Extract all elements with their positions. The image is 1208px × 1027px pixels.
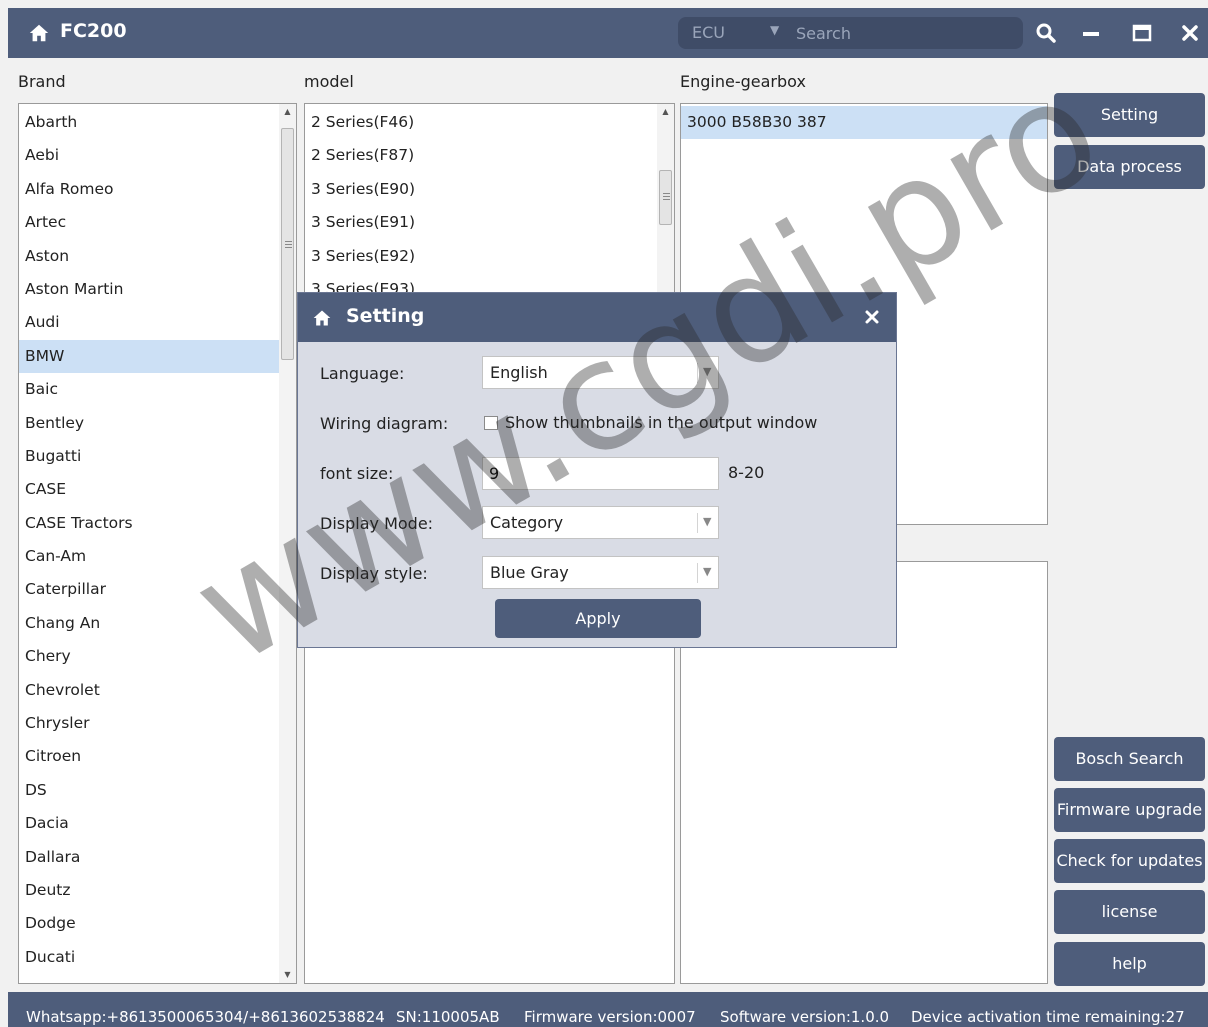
chevron-down-icon: ▼ (703, 515, 712, 528)
status-firmware-version: Firmware version:0007 (524, 1008, 696, 1026)
brand-item[interactable]: Baic (19, 373, 296, 406)
brand-list[interactable]: Abarth Aebi Alfa Romeo Artec Aston Aston… (18, 103, 297, 984)
search-input[interactable] (794, 19, 1018, 47)
check-for-updates-button[interactable]: Check for updates (1054, 839, 1205, 883)
chevron-down-icon: ▼ (703, 565, 712, 578)
engine-list-items: 3000 B58B30 387 (681, 104, 1047, 140)
scroll-up-icon[interactable]: ▲ (279, 104, 296, 120)
brand-item[interactable]: Dodge (19, 907, 296, 940)
dialog-header: Setting (298, 293, 896, 342)
model-list-items: 2 Series(F46) 2 Series(F87) 3 Series(E90… (305, 104, 674, 306)
apply-button[interactable]: Apply (495, 599, 701, 638)
ecu-dropdown[interactable]: ECU (692, 23, 725, 42)
minimize-icon[interactable] (1079, 21, 1103, 45)
close-icon[interactable] (864, 309, 880, 325)
display-style-label: Display style: (320, 564, 428, 583)
brand-item[interactable]: Aebi (19, 139, 296, 172)
brand-item[interactable]: Aston (19, 240, 296, 273)
display-mode-value: Category (490, 513, 564, 532)
display-style-select[interactable]: Blue Gray ▼ (482, 556, 719, 589)
wiring-diagram-label: Wiring diagram: (320, 414, 449, 433)
dialog-title: Setting (346, 305, 425, 327)
brand-item[interactable]: Bugatti (19, 440, 296, 473)
scroll-thumb[interactable] (281, 128, 294, 360)
brand-item[interactable]: CASE Tractors (19, 507, 296, 540)
model-item[interactable]: 2 Series(F46) (305, 106, 674, 139)
scroll-thumb[interactable] (659, 170, 672, 225)
status-activation-remaining: Device activation time remaining:27 (911, 1008, 1185, 1026)
brand-item[interactable]: Caterpillar (19, 573, 296, 606)
firmware-upgrade-button[interactable]: Firmware upgrade (1054, 788, 1205, 832)
brand-item[interactable]: Can-Am (19, 540, 296, 573)
model-item[interactable]: 2 Series(F87) (305, 139, 674, 172)
brand-column-label: Brand (18, 72, 66, 91)
brand-item[interactable]: Dacia (19, 807, 296, 840)
brand-list-scrollbar[interactable]: ▲ ▼ (279, 104, 296, 983)
model-list-scrollbar[interactable]: ▲ (657, 104, 674, 292)
display-mode-select[interactable]: Category ▼ (482, 506, 719, 539)
model-item[interactable]: 3 Series(E91) (305, 206, 674, 239)
status-bar: Whatsapp:+8613500065304/+8613602538824 S… (8, 992, 1208, 1027)
brand-item-selected[interactable]: BMW (19, 339, 296, 374)
title-bar: FC200 ECU ▼ (8, 8, 1208, 58)
engine-column-label: Engine-gearbox (680, 72, 806, 91)
language-label: Language: (320, 364, 405, 383)
status-software-version: Software version:1.0.0 (720, 1008, 890, 1026)
brand-item[interactable]: Ducati (19, 941, 296, 974)
search-icon[interactable] (1034, 21, 1058, 45)
engine-item-selected[interactable]: 3000 B58B30 387 (681, 106, 1047, 140)
font-size-range: 8-20 (728, 463, 765, 482)
status-whatsapp: Whatsapp:+8613500065304/+8613602538824 (26, 1008, 385, 1026)
search-bar: ECU ▼ (678, 17, 1023, 49)
brand-item[interactable]: Chevrolet (19, 674, 296, 707)
brand-list-items: Abarth Aebi Alfa Romeo Artec Aston Aston… (19, 104, 296, 974)
model-item[interactable]: 3 Series(E92) (305, 240, 674, 273)
brand-item[interactable]: Aston Martin (19, 273, 296, 306)
home-icon[interactable] (28, 22, 50, 44)
bosch-search-button[interactable]: Bosch Search (1054, 737, 1205, 781)
model-item[interactable]: 3 Series(E90) (305, 173, 674, 206)
brand-item[interactable]: Chang An (19, 607, 296, 640)
setting-button[interactable]: Setting (1054, 93, 1205, 137)
brand-item[interactable]: Alfa Romeo (19, 173, 296, 206)
brand-item[interactable]: Audi (19, 306, 296, 339)
show-thumbnails-checkbox[interactable] (484, 416, 498, 430)
brand-item[interactable]: Dallara (19, 841, 296, 874)
brand-item[interactable]: DS (19, 774, 296, 807)
brand-item[interactable]: CASE (19, 473, 296, 506)
show-thumbnails-label[interactable]: Show thumbnails in the output window (505, 413, 817, 432)
font-size-input[interactable] (482, 457, 719, 490)
language-select[interactable]: English ▼ (482, 356, 719, 389)
scroll-down-icon[interactable]: ▼ (279, 967, 296, 983)
home-icon (313, 310, 331, 326)
scroll-up-icon[interactable]: ▲ (657, 104, 674, 120)
setting-dialog: Setting Language: English ▼ Wiring diagr… (297, 292, 897, 648)
display-mode-label: Display Mode: (320, 514, 434, 533)
brand-item[interactable]: Bentley (19, 407, 296, 440)
status-serial-number: SN:110005AB (396, 1008, 500, 1026)
language-value: English (490, 363, 548, 382)
brand-item[interactable]: Chrysler (19, 707, 296, 740)
ecu-dropdown-chevron-icon[interactable]: ▼ (770, 23, 779, 37)
brand-item[interactable]: Artec (19, 206, 296, 239)
brand-item[interactable]: Citroen (19, 740, 296, 773)
chevron-down-icon: ▼ (703, 365, 712, 378)
display-style-value: Blue Gray (490, 563, 569, 582)
brand-item[interactable]: Chery (19, 640, 296, 673)
brand-item[interactable]: Abarth (19, 106, 296, 139)
data-process-button[interactable]: Data process (1054, 145, 1205, 189)
model-column-label: model (304, 72, 354, 91)
close-icon[interactable] (1178, 21, 1202, 45)
maximize-icon[interactable] (1130, 21, 1154, 45)
help-button[interactable]: help (1054, 942, 1205, 986)
license-button[interactable]: license (1054, 890, 1205, 934)
font-size-label: font size: (320, 464, 394, 483)
brand-item[interactable]: Deutz (19, 874, 296, 907)
app-title: FC200 (60, 20, 127, 42)
